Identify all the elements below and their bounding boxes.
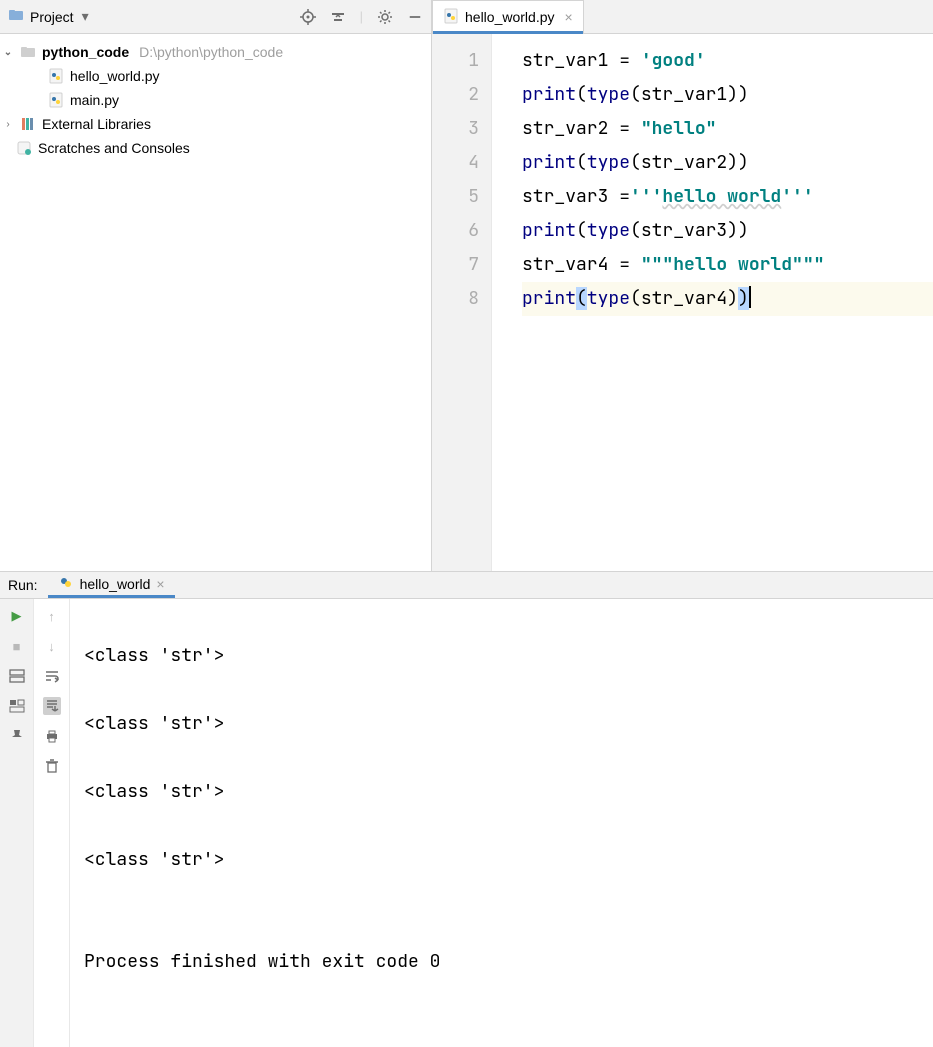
settings-icon[interactable] bbox=[377, 9, 393, 25]
line-number: 7 bbox=[432, 248, 479, 282]
project-panel: Project ▾ | ⌄ python_code D:\python\pyth… bbox=[0, 0, 432, 571]
tree-scratches[interactable]: Scratches and Consoles bbox=[0, 136, 431, 160]
line-number: 2 bbox=[432, 78, 479, 112]
line-number: 3 bbox=[432, 112, 479, 146]
python-file-icon bbox=[58, 574, 74, 593]
chevron-down-icon[interactable]: ▾ bbox=[82, 8, 89, 25]
code-body[interactable]: str_var1 = 'good' print(type(str_var1)) … bbox=[492, 34, 933, 571]
editor-tab[interactable]: hello_world.py × bbox=[432, 0, 584, 33]
code-editor[interactable]: 1 2 3 4 5 6 7 8 str_var1 = 'good' print(… bbox=[432, 34, 933, 571]
code-line[interactable]: print(type(str_var1)) bbox=[522, 78, 933, 112]
python-file-icon bbox=[443, 8, 459, 27]
editor-tab-label: hello_world.py bbox=[465, 9, 555, 25]
rerun-icon[interactable]: ▶ bbox=[8, 607, 26, 625]
python-file-icon bbox=[48, 92, 64, 108]
chevron-right-icon[interactable]: › bbox=[2, 119, 14, 130]
folder-icon bbox=[20, 44, 36, 60]
line-number: 1 bbox=[432, 44, 479, 78]
code-line[interactable]: print(type(str_var2)) bbox=[522, 146, 933, 180]
project-header: Project ▾ | bbox=[0, 0, 431, 34]
scroll-to-end-icon[interactable] bbox=[43, 697, 61, 715]
hide-icon[interactable] bbox=[407, 9, 423, 25]
delete-icon[interactable] bbox=[43, 757, 61, 775]
close-icon[interactable]: × bbox=[156, 576, 164, 592]
line-gutter: 1 2 3 4 5 6 7 8 bbox=[432, 34, 492, 571]
line-number: 8 bbox=[432, 282, 479, 316]
tree-external-libraries[interactable]: › External Libraries bbox=[0, 112, 431, 136]
editor-panel: hello_world.py × 1 2 3 4 5 6 7 8 str_var… bbox=[432, 0, 933, 571]
chevron-down-icon[interactable]: ⌄ bbox=[2, 47, 14, 58]
console-line: <class 'str'> bbox=[84, 843, 933, 877]
tree-file[interactable]: hello_world.py bbox=[0, 64, 431, 88]
console-line: <class 'str'> bbox=[84, 639, 933, 673]
tree-root[interactable]: ⌄ python_code D:\python\python_code bbox=[0, 40, 431, 64]
run-tab[interactable]: hello_world × bbox=[48, 572, 175, 598]
locate-icon[interactable] bbox=[300, 9, 316, 25]
console-exit-line: Process finished with exit code 0 bbox=[84, 945, 933, 979]
code-line[interactable]: str_var3 ='''hello world''' bbox=[522, 180, 933, 214]
close-icon[interactable]: × bbox=[565, 9, 573, 25]
down-icon[interactable]: ↓ bbox=[43, 637, 61, 655]
project-tree: ⌄ python_code D:\python\python_code hell… bbox=[0, 34, 431, 160]
project-title[interactable]: Project bbox=[30, 9, 74, 25]
up-icon[interactable]: ↑ bbox=[43, 607, 61, 625]
libraries-icon bbox=[20, 116, 36, 132]
python-file-icon bbox=[48, 68, 64, 84]
tree-extra-label: External Libraries bbox=[42, 116, 151, 132]
run-side-toolbar-2: ↑ ↓ bbox=[34, 599, 70, 1047]
line-number: 6 bbox=[432, 214, 479, 248]
collapse-icon[interactable] bbox=[330, 9, 346, 25]
code-line[interactable]: str_var1 = 'good' bbox=[522, 44, 933, 78]
wrap-icon[interactable] bbox=[43, 667, 61, 685]
toggle-soft-wrap-icon[interactable] bbox=[8, 697, 26, 715]
run-side-toolbar: ▶ ■ bbox=[0, 599, 34, 1047]
tree-root-path: D:\python\python_code bbox=[139, 44, 283, 60]
console-line: <class 'str'> bbox=[84, 707, 933, 741]
code-line[interactable]: print(type(str_var3)) bbox=[522, 214, 933, 248]
tree-file-label: main.py bbox=[70, 92, 119, 108]
code-line-current[interactable]: print(type(str_var4)) bbox=[522, 282, 933, 316]
tree-file[interactable]: main.py bbox=[0, 88, 431, 112]
run-header: Run: hello_world × bbox=[0, 572, 933, 599]
project-folder-icon bbox=[8, 7, 24, 26]
code-line[interactable]: str_var2 = "hello" bbox=[522, 112, 933, 146]
editor-tab-bar: hello_world.py × bbox=[432, 0, 933, 34]
code-line[interactable]: str_var4 = """hello world""" bbox=[522, 248, 933, 282]
scratches-icon bbox=[16, 140, 32, 156]
stop-icon[interactable]: ■ bbox=[8, 637, 26, 655]
line-number: 4 bbox=[432, 146, 479, 180]
line-number: 5 bbox=[432, 180, 479, 214]
run-label: Run: bbox=[8, 577, 38, 593]
layout-icon[interactable] bbox=[8, 667, 26, 685]
tree-root-label: python_code bbox=[42, 44, 129, 60]
tree-file-label: hello_world.py bbox=[70, 68, 160, 84]
print-icon[interactable] bbox=[43, 727, 61, 745]
text-cursor bbox=[749, 286, 751, 308]
tree-extra-label: Scratches and Consoles bbox=[38, 140, 190, 156]
run-panel: Run: hello_world × ▶ ■ ↑ ↓ <class 'str'>… bbox=[0, 572, 933, 825]
console-output[interactable]: <class 'str'> <class 'str'> <class 'str'… bbox=[70, 599, 933, 1047]
pin-icon[interactable] bbox=[8, 727, 26, 745]
console-line: <class 'str'> bbox=[84, 775, 933, 809]
run-tab-label: hello_world bbox=[80, 576, 151, 592]
